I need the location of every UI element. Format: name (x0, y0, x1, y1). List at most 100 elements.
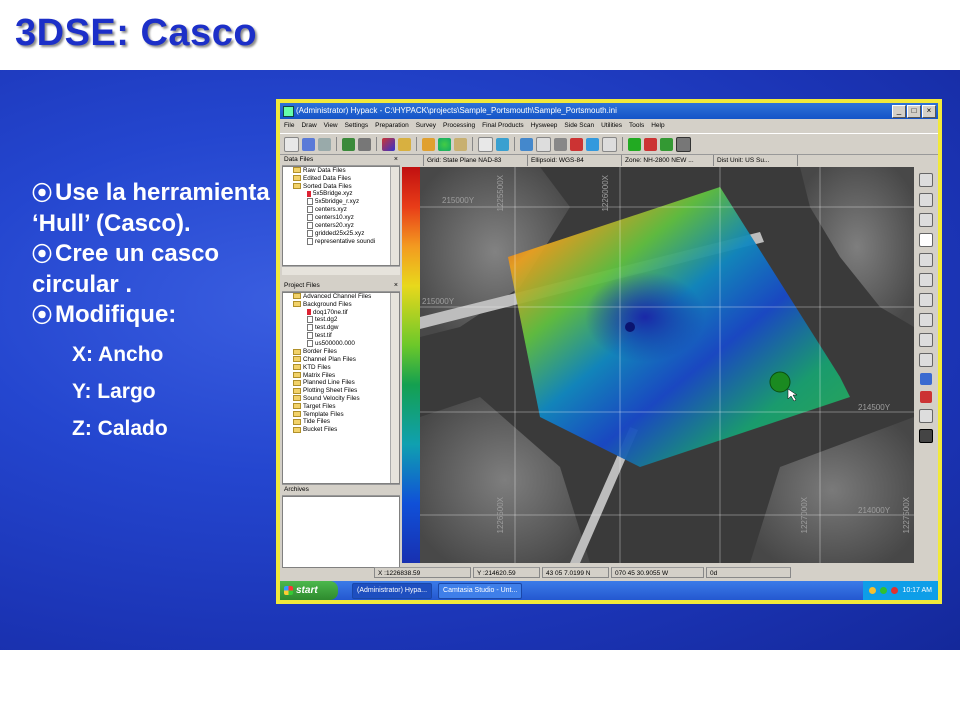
hardware-icon[interactable] (358, 137, 371, 151)
menu-settings[interactable]: Settings (345, 120, 369, 132)
tree-item[interactable]: representative soundi (283, 238, 399, 246)
document-icon[interactable] (478, 136, 493, 152)
tree-item[interactable]: Template Files (283, 411, 399, 419)
tray-icon[interactable] (880, 587, 888, 594)
vertical-scrollbar[interactable] (390, 167, 399, 265)
save-icon[interactable] (302, 137, 315, 151)
tree-item[interactable]: 5x5bridge_r.xyz (283, 198, 399, 206)
menu-tools[interactable]: Tools (629, 120, 644, 132)
tree-item[interactable]: Sound Velocity Files (283, 395, 399, 403)
target-icon[interactable] (644, 137, 657, 151)
file-icon (307, 214, 313, 222)
start-button[interactable]: start (280, 581, 338, 600)
zoom-extents-icon[interactable] (919, 233, 933, 247)
table-icon[interactable] (676, 136, 691, 152)
draw-icon[interactable] (398, 137, 411, 151)
matrix-icon[interactable] (628, 137, 641, 151)
archives-header[interactable]: Archives (282, 484, 400, 496)
grid-label: 214000Y (858, 506, 891, 515)
tree-item[interactable]: Edited Data Files (283, 175, 399, 183)
close-button[interactable]: × (922, 105, 936, 118)
tree-item[interactable]: Tide Files (283, 418, 399, 426)
grid-icon[interactable] (536, 136, 551, 152)
horizontal-scrollbar[interactable] (282, 266, 400, 275)
minimize-button[interactable]: _ (892, 105, 906, 118)
tree-item[interactable]: Matrix Files (283, 372, 399, 380)
globe-icon[interactable] (438, 137, 451, 151)
north-arrow-icon[interactable] (919, 313, 933, 327)
pencil-icon[interactable] (919, 409, 933, 423)
boat-icon[interactable] (454, 137, 467, 151)
tree-item-label: Channel Plan Files (303, 356, 356, 364)
zoom-out-icon[interactable] (919, 193, 933, 207)
hysweep-icon[interactable] (570, 137, 583, 151)
sort-icon[interactable] (554, 137, 567, 151)
layers-icon[interactable] (496, 137, 509, 151)
view-icon[interactable] (602, 136, 617, 152)
menu-hysweep[interactable]: Hysweep (531, 120, 558, 132)
taskbar-item-hypack[interactable]: (Administrator) Hypa... (352, 582, 433, 599)
taskbar-item-camtasia[interactable]: Camtasia Studio - Unt... (438, 582, 523, 599)
tray-icon[interactable] (891, 587, 899, 594)
tree-item[interactable]: Sorted Data Files (283, 183, 399, 191)
new-file-icon[interactable] (284, 136, 299, 152)
menu-processing[interactable]: Processing (443, 120, 475, 132)
tree-item[interactable]: Border Files (283, 348, 399, 356)
menu-help[interactable]: Help (651, 120, 664, 132)
map-icon[interactable] (382, 137, 395, 151)
marker-icon[interactable] (920, 391, 932, 403)
tree-item[interactable]: us500000.000 (283, 340, 399, 348)
tree-item[interactable]: Advanced Channel Files (283, 293, 399, 301)
menu-side-scan[interactable]: Side Scan (564, 120, 594, 132)
map-canvas[interactable]: 215000Y 215000Y 214500Y 214000Y 1225500X… (402, 167, 914, 563)
tree-item[interactable]: test.dgw (283, 324, 399, 332)
arrow-icon[interactable] (422, 137, 435, 151)
menu-draw[interactable]: Draw (301, 120, 316, 132)
maximize-button[interactable]: □ (907, 105, 921, 118)
tree-item[interactable]: centers20.xyz (283, 222, 399, 230)
crosshair-icon[interactable] (919, 273, 933, 287)
vertical-scrollbar[interactable] (390, 293, 399, 483)
tree-item[interactable]: Plotting Sheet Files (283, 387, 399, 395)
center-icon[interactable] (919, 293, 933, 307)
project-files-tree: Advanced Channel Files Background Files do… (282, 292, 400, 484)
menu-survey[interactable]: Survey (416, 120, 436, 132)
close-pane-icon[interactable]: × (394, 155, 398, 165)
tree-item[interactable]: 5x5Bridge.xyz (283, 190, 399, 198)
refresh-icon[interactable] (586, 137, 599, 151)
tree-item[interactable]: Background Files (283, 301, 399, 309)
tray-icon[interactable] (869, 587, 877, 594)
settings-icon[interactable] (520, 137, 533, 151)
close-pane-icon[interactable]: × (394, 281, 398, 291)
print-icon[interactable] (318, 137, 331, 151)
pan-icon[interactable] (919, 253, 933, 267)
measure-icon[interactable] (920, 373, 932, 385)
window-titlebar[interactable]: (Administrator) Hypack - C:\HYPACK\proje… (280, 103, 938, 119)
tree-item[interactable]: doq170ne.tif (283, 309, 399, 317)
properties-icon[interactable] (919, 429, 933, 443)
pointer-icon[interactable] (919, 353, 933, 367)
tree-item[interactable]: gridded25x25.xyz (283, 230, 399, 238)
zoom-in-icon[interactable] (919, 173, 933, 187)
menu-final-products[interactable]: Final Products (482, 120, 524, 132)
tree-item[interactable]: test.tif (283, 332, 399, 340)
tree-item[interactable]: centers10.xyz (283, 214, 399, 222)
tree-item[interactable]: Raw Data Files (283, 167, 399, 175)
tree-item[interactable]: Channel Plan Files (283, 356, 399, 364)
tree-item[interactable]: Bucket Files (283, 426, 399, 434)
tree-item-label: 5x5Bridge.xyz (313, 190, 353, 198)
data-files-title: Data Files (284, 156, 314, 163)
tree-item[interactable]: test.dg2 (283, 316, 399, 324)
zoom-window-icon[interactable] (919, 213, 933, 227)
menu-preparation[interactable]: Preparation (375, 120, 409, 132)
menu-utilities[interactable]: Utilities (601, 120, 622, 132)
tree-item[interactable]: centers.xyz (283, 206, 399, 214)
chart-icon[interactable] (660, 137, 673, 151)
tree-item[interactable]: Target Files (283, 403, 399, 411)
select-icon[interactable] (919, 333, 933, 347)
tree-item[interactable]: KTD Files (283, 364, 399, 372)
tree-item[interactable]: Planned Line Files (283, 379, 399, 387)
project-icon[interactable] (342, 137, 355, 151)
menu-view[interactable]: View (324, 120, 338, 132)
menu-file[interactable]: File (284, 120, 294, 132)
